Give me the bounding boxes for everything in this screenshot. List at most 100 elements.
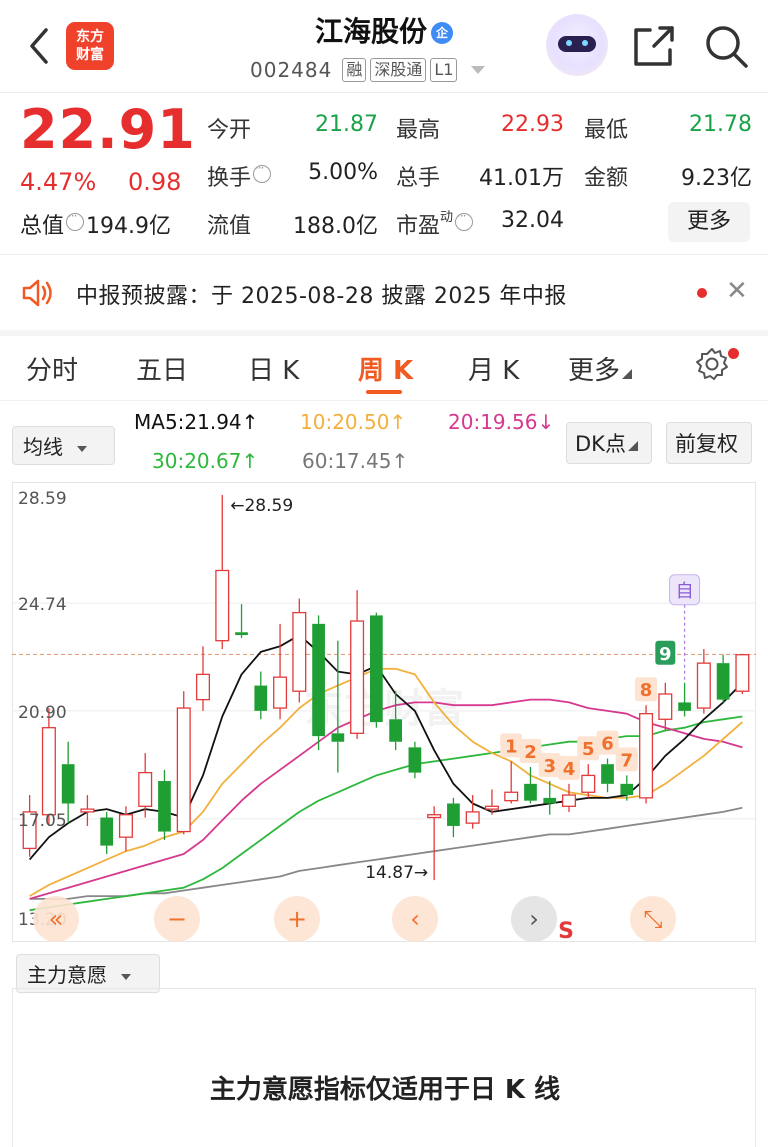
close-icon[interactable]: ✕ bbox=[726, 276, 748, 306]
candle-body bbox=[658, 693, 673, 720]
total-value-number: 194.9亿 bbox=[86, 214, 171, 239]
info-icon[interactable] bbox=[66, 209, 85, 231]
ma10-text: 10:20.50 bbox=[300, 410, 390, 434]
candle-body bbox=[61, 764, 75, 804]
tab-weekly-k[interactable]: 周 K bbox=[358, 350, 413, 387]
candle bbox=[176, 691, 191, 835]
pe-value: 32.04 bbox=[501, 208, 564, 233]
nav-button-glyph: ‹ bbox=[410, 905, 420, 933]
ma30-text: 30:20.67 bbox=[152, 449, 242, 473]
volume-label: 总手 bbox=[396, 166, 441, 191]
dk-marker: 5 bbox=[582, 739, 595, 760]
dk-label: DK点 bbox=[575, 432, 626, 456]
forward-adjust-button[interactable]: 前复权 bbox=[666, 422, 752, 464]
corner-triangle-icon bbox=[627, 441, 638, 451]
pe-label-text: 市盈 bbox=[396, 214, 441, 239]
dropdown-arrow-icon[interactable] bbox=[471, 66, 486, 74]
ma-select[interactable]: 均线 bbox=[12, 426, 115, 465]
candle-body bbox=[41, 727, 56, 816]
candle-body bbox=[447, 803, 460, 826]
share-icon[interactable] bbox=[630, 22, 678, 70]
candle-body bbox=[312, 623, 325, 737]
tab-monthly-k[interactable]: 月 K bbox=[468, 350, 519, 387]
zoom-far-left-button[interactable]: « bbox=[33, 896, 79, 942]
select-arrow-icon bbox=[77, 445, 87, 452]
indicator-select-label: 主力意愿 bbox=[27, 963, 107, 987]
tag-margin: 融 bbox=[342, 58, 367, 82]
unread-dot bbox=[697, 288, 707, 298]
settings-gear-icon[interactable] bbox=[694, 346, 730, 382]
ma5-label: MA5:21.94↑ bbox=[134, 410, 259, 434]
notice-bar[interactable]: 中报预披露：于 2025-08-28 披露 2025 年中报 ✕ bbox=[0, 258, 768, 328]
ai-assistant-avatar[interactable] bbox=[546, 14, 608, 76]
total-value: 总值 194.9亿 bbox=[20, 208, 171, 240]
turnover-label-text: 换手 bbox=[207, 166, 252, 191]
weekly-k-chart[interactable]: 东方财富 28.5924.7420.9017.0513.20 123456789… bbox=[12, 482, 756, 942]
fullscreen-button[interactable]: ⤡ bbox=[630, 896, 676, 942]
candle-body bbox=[427, 814, 442, 819]
candle-body bbox=[465, 811, 480, 824]
corner-triangle-icon bbox=[622, 369, 633, 379]
open-value: 21.87 bbox=[315, 112, 378, 137]
indicator-message: 主力意愿指标仅适用于日 K 线 bbox=[209, 1075, 561, 1105]
candle-body bbox=[118, 814, 133, 838]
app-header: 东方 财富 江海股份企 002484 融 深股通 L1 bbox=[0, 0, 768, 92]
notice-text: 中报预披露：于 2025-08-28 披露 2025 年中报 bbox=[76, 284, 567, 309]
more-button[interactable]: 更多 bbox=[668, 202, 750, 242]
dk-marker: 3 bbox=[543, 756, 556, 777]
high-value: 22.93 bbox=[501, 112, 564, 137]
tab-intraday[interactable]: 分时 bbox=[26, 350, 78, 387]
zoom-out-button[interactable]: − bbox=[154, 896, 200, 942]
candle-body bbox=[678, 702, 691, 711]
dk-marker: 4 bbox=[563, 759, 576, 780]
dk-point-button[interactable]: DK点 bbox=[566, 422, 652, 464]
candle-body bbox=[408, 747, 422, 773]
candle-body bbox=[176, 707, 191, 833]
volume-value: 41.01万 bbox=[479, 166, 564, 191]
candle-body bbox=[735, 654, 750, 692]
ma60-label: 60:17.45↑ bbox=[302, 449, 409, 473]
ma20-text: 20:19.56 bbox=[448, 410, 538, 434]
tab-more[interactable]: 更多 bbox=[568, 350, 633, 387]
y-tick-label: 28.59 bbox=[18, 489, 67, 509]
candle-body bbox=[273, 676, 288, 709]
scroll-right-button[interactable]: › bbox=[511, 896, 557, 942]
nav-button-glyph: + bbox=[287, 905, 307, 933]
search-icon[interactable] bbox=[702, 22, 750, 70]
low-label: 最低 bbox=[584, 118, 629, 143]
scroll-left-button[interactable]: ‹ bbox=[392, 896, 438, 942]
nav-button-glyph: − bbox=[167, 905, 187, 933]
amount-value: 9.23亿 bbox=[681, 166, 752, 191]
candle-body bbox=[331, 733, 345, 742]
candle-body bbox=[561, 794, 577, 807]
max-price-label: ←28.59 bbox=[230, 496, 293, 516]
dk-marker: 8 bbox=[640, 680, 653, 701]
low-value: 21.78 bbox=[689, 112, 752, 137]
indicator-row: 均线 MA5:21.94↑ 10:20.50↑ 20:19.56↓ 30:20.… bbox=[0, 402, 768, 480]
ma5-text: MA5:21.94 bbox=[134, 410, 242, 434]
float-value-label: 流值 bbox=[207, 214, 252, 239]
candle-body bbox=[716, 663, 730, 700]
info-icon[interactable] bbox=[455, 209, 474, 231]
select-arrow-icon bbox=[121, 973, 131, 980]
change-amount: 0.98 bbox=[128, 168, 182, 196]
candle-body bbox=[100, 817, 114, 846]
tab-daily-k[interactable]: 日 K bbox=[248, 350, 299, 387]
candle-body bbox=[484, 805, 499, 810]
candle bbox=[735, 653, 750, 695]
quote-panel: 22.91 4.47% 0.98 总值 194.9亿 今开 21.87 最高 2… bbox=[0, 92, 768, 252]
nav-button-glyph: › bbox=[529, 905, 539, 933]
info-icon[interactable] bbox=[253, 161, 272, 183]
dk-marker: 9 bbox=[659, 644, 672, 665]
turnover-label: 换手 bbox=[207, 160, 273, 192]
zoom-in-button[interactable]: + bbox=[274, 896, 320, 942]
candle-body bbox=[696, 662, 711, 709]
dk-marker: 2 bbox=[524, 742, 537, 763]
dk-marker: 1 bbox=[505, 736, 518, 757]
candle-body bbox=[80, 808, 95, 813]
ma20-label: 20:19.56↓ bbox=[448, 410, 555, 434]
candle-body bbox=[254, 685, 268, 711]
candle-body bbox=[389, 719, 402, 742]
tab-five-day[interactable]: 五日 bbox=[136, 350, 188, 387]
ma10-label: 10:20.50↑ bbox=[300, 410, 407, 434]
